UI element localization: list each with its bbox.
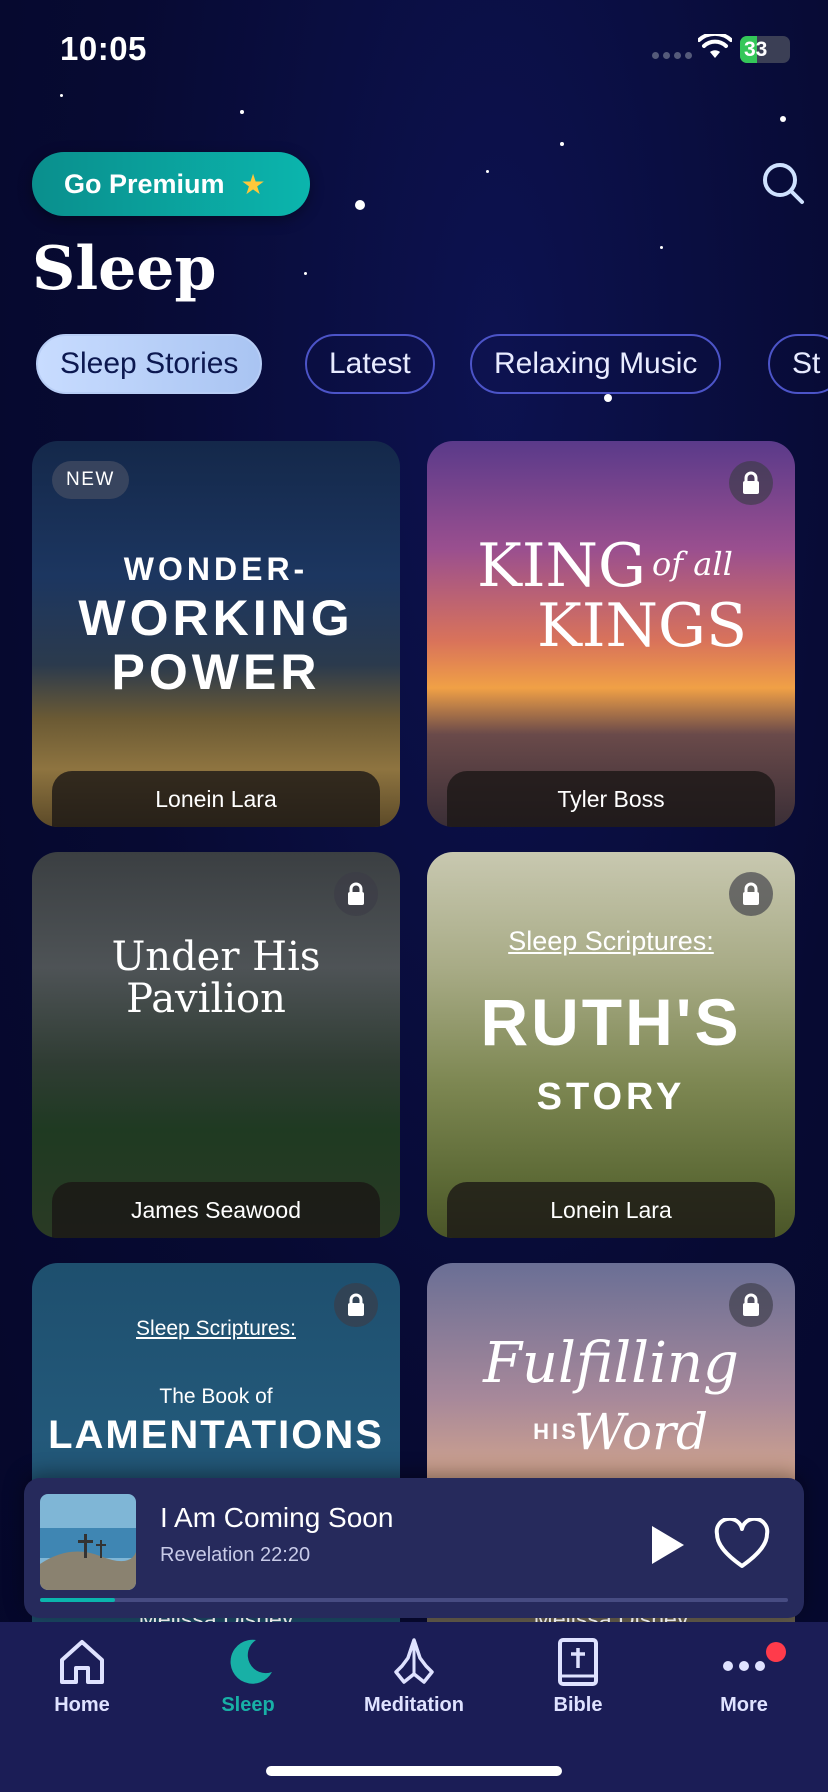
moon-icon [230, 1639, 272, 1684]
story-title-line: WORKING [78, 590, 354, 646]
go-premium-button[interactable]: Go Premium ★ [32, 152, 310, 216]
tab-bible[interactable]: Bible [508, 1636, 648, 1717]
heart-icon[interactable] [714, 1518, 770, 1570]
tab-sleep[interactable]: Sleep [178, 1636, 318, 1717]
home-icon [60, 1640, 104, 1684]
status-bar: 10:05 33 [0, 0, 828, 100]
page-title: Sleep [32, 234, 217, 304]
story-card[interactable]: Under His Pavilion James Seawood [32, 852, 400, 1238]
story-title-line: LAMENTATIONS [48, 1413, 384, 1457]
story-kicker: Sleep Scriptures: [508, 926, 714, 956]
story-author: James Seawood [52, 1182, 380, 1238]
now-playing-subtitle: Revelation 22:20 [160, 1544, 311, 1566]
search-icon[interactable] [760, 160, 806, 206]
star-icon: ★ [240, 168, 266, 200]
now-playing-title: I Am Coming Soon [160, 1502, 394, 1533]
bible-icon [558, 1638, 598, 1686]
story-title-line: The Book of [159, 1385, 273, 1408]
story-title-line: RUTH'S [480, 985, 742, 1059]
story-author: Tyler Boss [447, 771, 775, 827]
tab-bible-label: Bible [553, 1694, 603, 1716]
story-title-line: KINGS [537, 591, 748, 661]
story-author: Lonein Lara [52, 771, 380, 827]
status-time: 10:05 [60, 30, 147, 67]
tab-home-label: Home [54, 1694, 110, 1716]
chip-sleep-stories[interactable]: Sleep Stories [36, 334, 263, 394]
story-title-line: STORY [536, 1076, 686, 1118]
tab-sleep-label: Sleep [221, 1694, 275, 1716]
tab-more[interactable]: More [674, 1636, 814, 1717]
lock-icon [729, 461, 773, 505]
mini-player[interactable]: I Am Coming Soon Revelation 22:20 [24, 1478, 804, 1618]
story-title-line: Pavilion [126, 976, 286, 1022]
chip-latest[interactable]: Latest [305, 334, 435, 394]
playback-progress[interactable] [40, 1598, 788, 1602]
story-card[interactable]: NEW WONDER- WORKING POWER Lonein Lara [32, 441, 400, 827]
story-title-line: Fulfilling [483, 1331, 739, 1396]
new-badge: NEW [52, 461, 129, 499]
lock-icon [334, 872, 378, 916]
chip-relaxing-music[interactable]: Relaxing Music [470, 334, 722, 394]
home-indicator [266, 1766, 562, 1776]
battery-icon: 33 [740, 36, 790, 63]
story-title-line: Under His [111, 934, 321, 980]
lock-icon [729, 872, 773, 916]
story-title-line: Word [573, 1403, 708, 1461]
now-playing-thumbnail [40, 1494, 136, 1590]
lock-icon [729, 1283, 773, 1327]
notification-badge [766, 1642, 786, 1662]
tab-meditation-label: Meditation [364, 1694, 464, 1716]
play-icon[interactable] [640, 1520, 690, 1570]
praying-hands-icon [394, 1638, 434, 1684]
wifi-icon [698, 34, 732, 58]
cellular-signal-icon [652, 52, 692, 59]
story-card[interactable]: Sleep Scriptures: RUTH'S STORY Lonein La… [427, 852, 795, 1238]
story-card[interactable]: KING of all KINGS Tyler Boss [427, 441, 795, 827]
battery-level: 33 [744, 38, 768, 61]
go-premium-label: Go Premium [64, 168, 225, 199]
story-title-line: of all [652, 545, 733, 583]
story-title-line: POWER [111, 644, 321, 700]
category-chips: Sleep Stories Latest Relaxing Music St [0, 334, 828, 396]
more-icon [723, 1661, 765, 1671]
story-title-line: WONDER- [123, 551, 309, 587]
chip-stories-more[interactable]: St [768, 334, 828, 394]
playback-progress-fill [40, 1598, 115, 1602]
tab-home[interactable]: Home [12, 1636, 152, 1717]
tab-meditation[interactable]: Meditation [344, 1636, 484, 1717]
story-author: Lonein Lara [447, 1182, 775, 1238]
story-kicker: Sleep Scriptures: [136, 1317, 296, 1340]
tab-more-label: More [720, 1694, 768, 1716]
